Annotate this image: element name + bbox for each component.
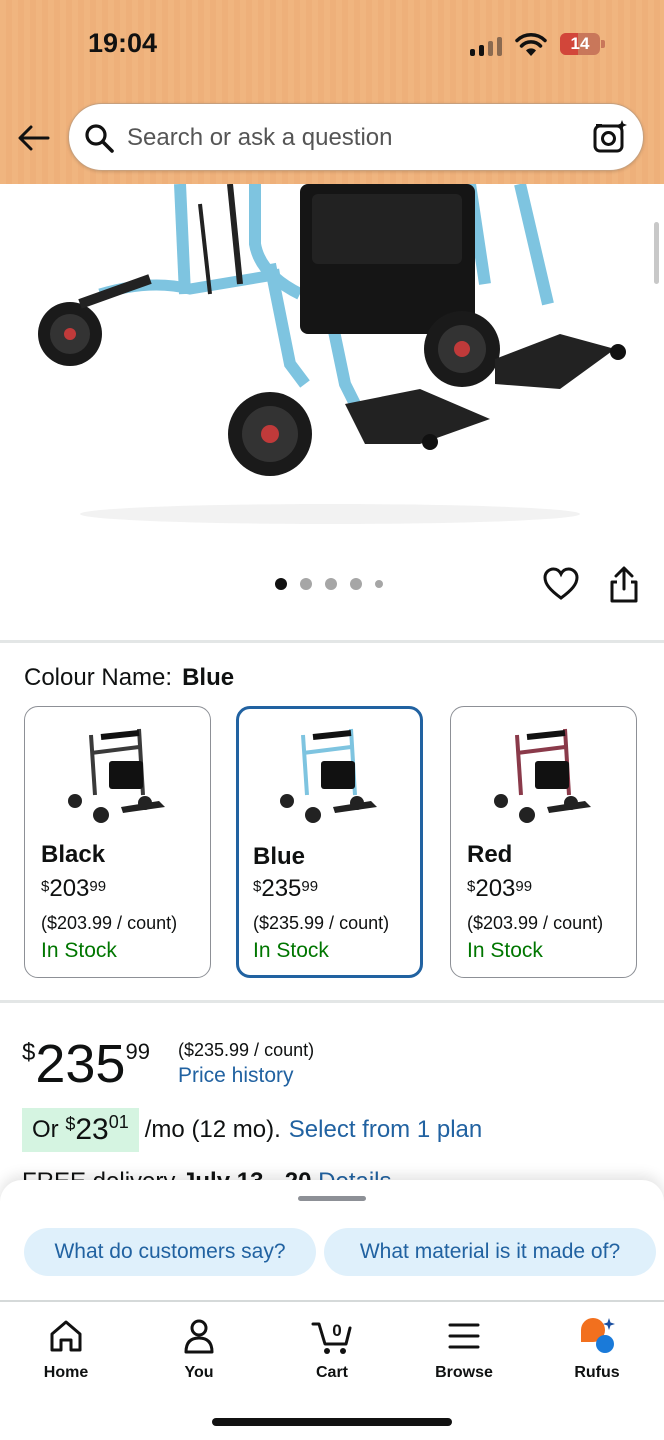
- pagination-dot[interactable]: [275, 578, 287, 590]
- tab-label: You: [184, 1364, 214, 1381]
- cellular-signal-icon: [470, 36, 502, 56]
- suggestion-chip[interactable]: What do customers say?: [24, 1228, 316, 1276]
- back-arrow-icon[interactable]: [16, 120, 52, 156]
- pagination-dot[interactable]: [375, 580, 383, 588]
- tab-cart[interactable]: 0 Cart: [282, 1316, 382, 1382]
- tab-home[interactable]: Home: [16, 1316, 116, 1382]
- option-unit-price: ($203.99 / count): [41, 913, 178, 933]
- status-time: 19:04: [88, 28, 158, 58]
- price-history-link[interactable]: Price history: [178, 1064, 294, 1088]
- suggestion-chip[interactable]: What material is it made of?: [324, 1228, 656, 1276]
- colour-option-red[interactable]: Red $20399 ($203.99 / count) In Stock: [450, 706, 637, 978]
- rollator-wheelchair-illustration: [38, 184, 626, 524]
- option-stock-status: In Stock: [41, 939, 117, 962]
- heart-icon[interactable]: [542, 565, 580, 603]
- option-unit-price: ($235.99 / count): [253, 913, 390, 933]
- tab-label: Rufus: [574, 1364, 620, 1381]
- search-icon: [85, 124, 114, 153]
- home-indicator: [212, 1418, 452, 1426]
- option-price: $20399: [467, 875, 533, 902]
- person-icon: [184, 1319, 214, 1354]
- pagination-dot[interactable]: [350, 578, 362, 590]
- product-image[interactable]: [0, 184, 664, 544]
- wifi-icon: [515, 33, 547, 56]
- tab-browse[interactable]: Browse: [414, 1316, 514, 1382]
- pagination-dot[interactable]: [300, 578, 312, 590]
- option-price: $20399: [41, 875, 107, 902]
- option-name: Black: [41, 841, 106, 868]
- section-divider: [0, 640, 664, 643]
- cart-icon: 0: [311, 1321, 352, 1354]
- option-name: Red: [467, 841, 513, 868]
- image-pagination-dots[interactable]: [275, 578, 383, 590]
- main-price: $23599: [22, 1034, 150, 1094]
- tab-label: Home: [43, 1364, 89, 1381]
- tab-you[interactable]: You: [149, 1316, 249, 1382]
- pagination-dot[interactable]: [325, 578, 337, 590]
- scroll-indicator: [654, 222, 659, 284]
- option-stock-status: In Stock: [467, 939, 543, 962]
- search-bar[interactable]: [68, 103, 644, 171]
- tab-label: Cart: [315, 1364, 348, 1381]
- monthly-term: /mo (12 mo).: [144, 1116, 281, 1143]
- home-icon: [50, 1320, 82, 1352]
- option-stock-status: In Stock: [253, 939, 329, 962]
- select-plan-link[interactable]: Select from 1 plan: [289, 1116, 482, 1144]
- tab-rufus[interactable]: Rufus: [547, 1316, 647, 1382]
- share-icon[interactable]: [605, 565, 643, 605]
- option-name: Blue: [253, 843, 306, 870]
- search-input[interactable]: [127, 118, 577, 158]
- app-header: 19:04 14: [0, 0, 664, 184]
- colour-option-blue[interactable]: Blue $23599 ($235.99 / count) In Stock: [236, 706, 423, 978]
- selected-colour: Blue: [182, 664, 235, 691]
- monthly-payment: Or $23 01 /mo (12 mo). Select from 1 plan: [22, 1108, 482, 1152]
- cart-count: 0: [332, 1321, 341, 1340]
- product-thumbnail: [494, 728, 591, 823]
- rufus-suggestion-sheet[interactable]: What do customers say? What material is …: [0, 1180, 664, 1302]
- camera-lens-icon[interactable]: [591, 118, 629, 156]
- section-divider: [0, 1000, 664, 1003]
- monthly-price-badge: Or $23 01: [22, 1108, 139, 1152]
- sheet-grabber[interactable]: [298, 1196, 366, 1201]
- product-thumbnail: [68, 728, 165, 823]
- product-thumbnail: [280, 728, 377, 823]
- colour-label: Colour Name: Blue: [24, 664, 235, 691]
- colour-option-black[interactable]: Black $20399 ($203.99 / count) In Stock: [24, 706, 211, 978]
- battery-tip: [601, 40, 605, 48]
- menu-icon: [448, 1323, 480, 1349]
- battery-indicator: 14: [560, 33, 600, 55]
- unit-price: ($235.99 / count): [178, 1040, 315, 1060]
- option-price: $23599: [253, 875, 319, 902]
- option-unit-price: ($203.99 / count): [467, 913, 604, 933]
- rufus-icon: [581, 1318, 615, 1353]
- tab-label: Browse: [435, 1364, 493, 1381]
